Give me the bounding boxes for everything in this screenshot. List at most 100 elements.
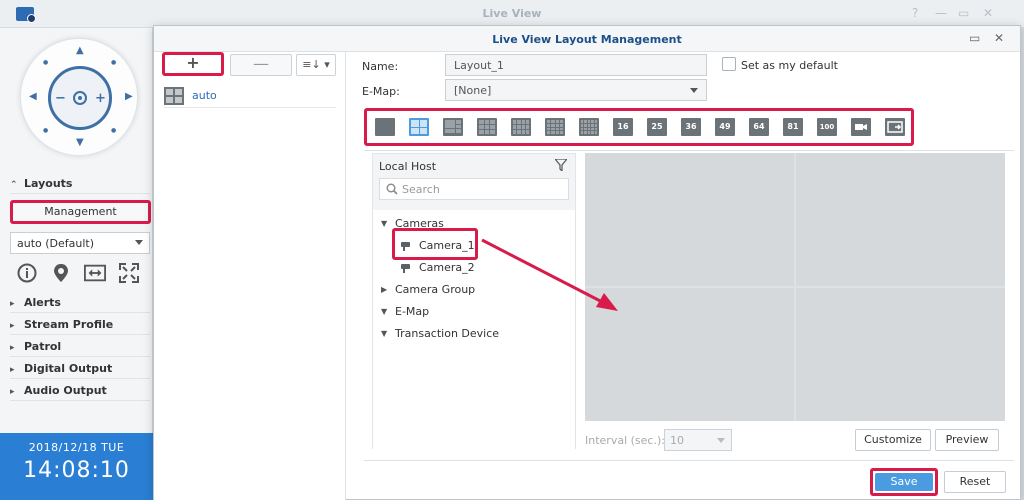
caret-down-icon (135, 240, 143, 245)
dialog-close-icon[interactable]: ✕ (994, 31, 1004, 45)
layout-2x2-button[interactable] (409, 118, 429, 136)
pan-up-right-icon[interactable]: ● (111, 59, 116, 66)
map-pin-icon[interactable] (50, 262, 72, 284)
fullscreen-icon[interactable] (118, 262, 140, 284)
filter-icon[interactable] (553, 158, 569, 174)
search-icon (386, 183, 398, 198)
layout-5x4-button[interactable] (579, 118, 599, 136)
layout-100-button[interactable]: 100 (817, 118, 837, 136)
pan-right-icon[interactable]: ▶ (125, 91, 133, 102)
management-button[interactable]: Management (10, 200, 151, 224)
tree-search-input[interactable]: Search (379, 178, 569, 200)
camera-1-highlight (392, 228, 478, 260)
left-panel: ▲ ▼ ◀ ▶ ● ● ● ● − + ⌃ Layouts Management … (0, 28, 153, 500)
emap-select[interactable]: [None] (445, 79, 707, 101)
section-audio-output[interactable]: ▸ Audio Output (10, 381, 150, 401)
pan-up-left-icon[interactable]: ● (43, 59, 48, 66)
name-input[interactable]: Layout_1 (445, 54, 707, 76)
list-item[interactable]: auto (164, 84, 336, 108)
default-label: Set as my default (741, 59, 838, 72)
expand-down-icon: ▼ (381, 218, 388, 228)
divider (364, 150, 1014, 151)
layout-49-button[interactable]: 49 (715, 118, 735, 136)
preview-button[interactable]: Preview (935, 429, 999, 451)
dialog-titlebar: Live View Layout Management ▭ ✕ (154, 26, 1020, 52)
maximize-icon[interactable]: ▭ (958, 6, 969, 20)
add-layout-button[interactable]: + (162, 52, 224, 76)
pan-down-right-icon[interactable]: ● (111, 127, 116, 134)
preview-cell[interactable] (585, 153, 794, 286)
remove-layout-button[interactable]: — (230, 54, 292, 76)
tree-header: Local Host (379, 160, 437, 173)
preview-cell[interactable] (796, 153, 1005, 286)
chevron-right-icon: ▸ (10, 365, 15, 375)
section-layouts[interactable]: ⌃ Layouts (10, 174, 150, 194)
chevron-right-icon: ▸ (10, 321, 15, 331)
layout-management-dialog: Live View Layout Management ▭ ✕ + — ≡↓ ▾… (153, 25, 1021, 500)
divider (364, 460, 1014, 461)
tree-node-emap[interactable]: ▼ E-Map (381, 302, 429, 320)
ptz-control[interactable]: ▲ ▼ ◀ ▶ ● ● ● ● − + (20, 38, 138, 156)
layout-name: auto (192, 89, 217, 102)
customize-button[interactable]: Customize (855, 429, 931, 451)
expand-right-icon: ▶ (381, 284, 388, 294)
emap-label: E-Map: (362, 85, 400, 98)
layout-preview-grid[interactable] (585, 153, 1005, 421)
layout-select[interactable]: auto (Default) (10, 232, 150, 254)
interval-select[interactable]: 10 (664, 429, 732, 451)
section-stream-profile[interactable]: ▸ Stream Profile (10, 315, 150, 335)
preview-cell[interactable] (796, 288, 1005, 421)
camera-icon (401, 262, 415, 273)
camera-layout-icon[interactable] (851, 118, 871, 136)
layout-4x4-button[interactable] (545, 118, 565, 136)
info-icon[interactable] (16, 262, 38, 284)
layout-16-button[interactable]: 16 (613, 118, 633, 136)
tree-node-camera-2[interactable]: Camera_2 (401, 258, 475, 276)
pan-down-left-icon[interactable]: ● (43, 127, 48, 134)
section-digital-output[interactable]: ▸ Digital Output (10, 359, 150, 379)
layout-64-button[interactable]: 64 (749, 118, 769, 136)
zoom-in-icon[interactable]: + (95, 91, 106, 106)
default-checkbox[interactable] (722, 57, 736, 71)
chevron-right-icon: ▸ (10, 343, 15, 353)
layout-25-button[interactable]: 25 (647, 118, 667, 136)
pan-down-icon[interactable]: ▼ (76, 137, 84, 148)
pan-up-icon[interactable]: ▲ (76, 45, 84, 56)
interval-label: Interval (sec.): (585, 434, 665, 447)
section-alerts[interactable]: ▸ Alerts (10, 293, 150, 313)
help-icon[interactable]: ? (912, 6, 918, 20)
minimize-icon[interactable]: — (935, 6, 947, 20)
clock-date: 2018/12/18 TUE (28, 441, 125, 454)
clock-time: 14:08:10 (23, 458, 130, 483)
zoom-out-icon[interactable]: − (55, 91, 66, 106)
save-button[interactable]: Save (875, 473, 933, 491)
layout-1plus5-button[interactable] (443, 118, 463, 136)
layout-3x3-button[interactable] (477, 118, 497, 136)
camera-tree-panel: Local Host Search ▼ Cameras Camera_1 Came… (372, 153, 576, 449)
dialog-title: Live View Layout Management (492, 33, 682, 46)
layout-1x1-button[interactable] (375, 118, 395, 136)
fit-width-icon[interactable] (84, 262, 106, 284)
section-patrol[interactable]: ▸ Patrol (10, 337, 150, 357)
reset-button[interactable]: Reset (944, 471, 1006, 493)
layout-4x3-button[interactable] (511, 118, 531, 136)
layout-36-button[interactable]: 36 (681, 118, 701, 136)
caret-down-icon (717, 438, 725, 443)
sort-button[interactable]: ≡↓ ▾ (296, 54, 336, 76)
chevron-right-icon: ▸ (10, 299, 15, 309)
layout-toolbar (16, 262, 146, 286)
save-highlight: Save (870, 468, 938, 496)
pan-left-icon[interactable]: ◀ (29, 91, 37, 102)
tree-node-camera-group[interactable]: ▶ Camera Group (381, 280, 475, 298)
name-label: Name: (362, 60, 399, 73)
chevron-right-icon: ▸ (10, 387, 15, 397)
layout-81-button[interactable]: 81 (783, 118, 803, 136)
expand-down-icon: ▼ (381, 306, 388, 316)
home-position-icon[interactable] (73, 91, 87, 105)
clock-widget: 2018/12/18 TUE 14:08:10 (0, 433, 153, 500)
tree-node-transaction-device[interactable]: ▼ Transaction Device (381, 324, 499, 342)
dialog-maximize-icon[interactable]: ▭ (969, 31, 980, 45)
preview-cell[interactable] (585, 288, 794, 421)
custom-layout-icon[interactable] (885, 118, 905, 136)
close-icon[interactable]: ✕ (983, 6, 993, 20)
